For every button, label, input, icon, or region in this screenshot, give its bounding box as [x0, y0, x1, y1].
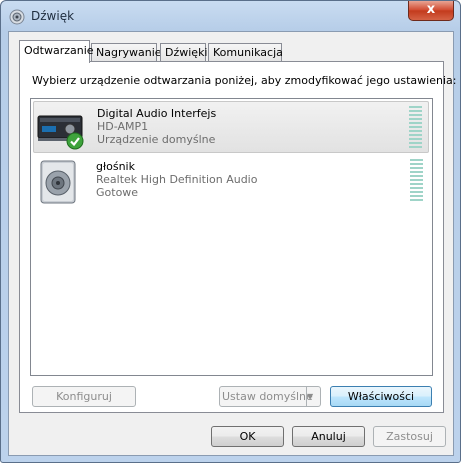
device-item-speaker[interactable]: głośnik Realtek High Definition Audio Go…	[33, 155, 429, 207]
level-meter	[409, 106, 422, 148]
properties-button[interactable]: Właściwości	[330, 386, 432, 407]
device-name: głośnik	[96, 160, 135, 173]
device-detail: Realtek High Definition Audio	[96, 173, 258, 186]
default-check-icon	[66, 132, 84, 153]
dialog-client-area: Odtwarzanie Nagrywanie Dźwięki Komunikac…	[8, 31, 456, 456]
tab-label: Odtwarzanie	[24, 44, 94, 57]
tab-recording[interactable]: Nagrywanie	[91, 43, 162, 62]
playback-panel: Wybierz urządzenie odtwarzania poniżej, …	[19, 61, 456, 413]
chevron-down-icon[interactable]: ▼	[306, 387, 320, 406]
close-button[interactable]: x	[408, 1, 454, 21]
tab-label: Nagrywanie	[96, 46, 162, 59]
cancel-label: Anuluj	[311, 430, 346, 443]
ok-label: OK	[239, 430, 256, 443]
speaker-app-icon	[9, 9, 25, 25]
title-bar[interactable]: Dźwięk x	[1, 1, 460, 31]
configure-label: Konfiguruj	[56, 390, 112, 403]
tab-communications[interactable]: Komunikacja	[208, 43, 283, 62]
device-list[interactable]: Digital Audio Interfejs HD-AMP1 Urządzen…	[30, 98, 433, 376]
window-title: Dźwięk	[31, 9, 75, 23]
device-status: Urządzenie domyślne	[97, 133, 216, 146]
device-name: Digital Audio Interfejs	[97, 107, 217, 120]
device-item-digital-audio[interactable]: Digital Audio Interfejs HD-AMP1 Urządzen…	[33, 101, 429, 153]
set-default-label: Ustaw domyślne	[222, 390, 313, 403]
tab-label: Dźwięki	[165, 46, 208, 59]
tab-playback[interactable]: Odtwarzanie	[19, 40, 94, 63]
ok-button[interactable]: OK	[211, 426, 284, 447]
instruction-text: Wybierz urządzenie odtwarzania poniżej, …	[32, 74, 457, 87]
configure-button[interactable]: Konfiguruj	[32, 386, 136, 407]
apply-button[interactable]: Zastosuj	[373, 426, 446, 447]
apply-label: Zastosuj	[386, 430, 433, 443]
cancel-button[interactable]: Anuluj	[292, 426, 365, 447]
device-status: Gotowe	[96, 186, 139, 199]
device-text: Digital Audio Interfejs HD-AMP1 Urządzen…	[97, 107, 216, 146]
properties-label: Właściwości	[347, 390, 415, 403]
sound-dialog: Dźwięk x Odtwarzanie Nagrywanie Dźwięki …	[0, 0, 461, 463]
set-default-button[interactable]: Ustaw domyślne ▼	[219, 386, 321, 407]
speaker-icon	[35, 159, 83, 205]
tab-sounds[interactable]: Dźwięki	[160, 43, 208, 62]
close-icon: x	[426, 2, 436, 17]
tab-label: Komunikacja	[213, 46, 283, 59]
device-text: głośnik Realtek High Definition Audio Go…	[96, 160, 257, 199]
device-detail: HD-AMP1	[97, 120, 149, 133]
level-meter	[410, 159, 423, 201]
